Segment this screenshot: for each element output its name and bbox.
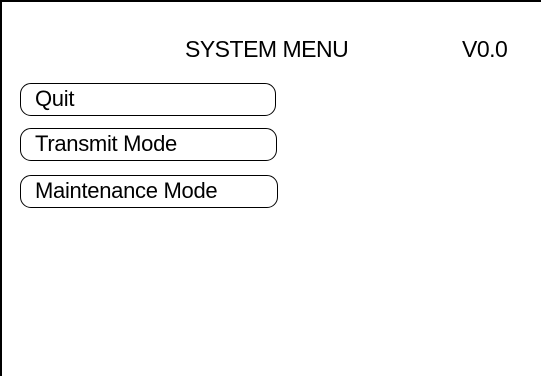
quit-button[interactable]: Quit <box>20 83 276 116</box>
version-label: V0.0 <box>462 36 508 62</box>
system-menu-screen: SYSTEM MENU V0.0 Quit Transmit Mode Main… <box>0 0 541 376</box>
page-title: SYSTEM MENU <box>185 36 349 62</box>
transmit-mode-button[interactable]: Transmit Mode <box>20 128 277 161</box>
maintenance-mode-button[interactable]: Maintenance Mode <box>20 175 278 208</box>
